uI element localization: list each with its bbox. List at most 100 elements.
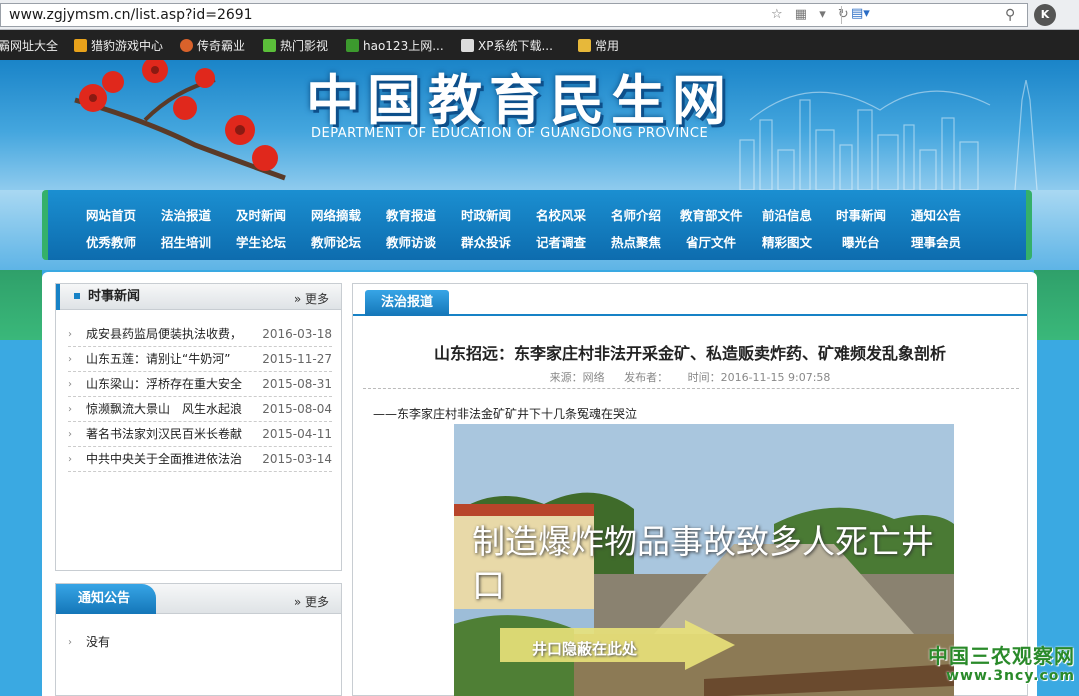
watermark-name: 中国三农观察网 xyxy=(928,644,1075,668)
arrow-icon: › xyxy=(68,329,72,340)
nav-item[interactable]: 名校风采 xyxy=(536,205,586,224)
article-time: 时间：2016-11-15 9:07:58 xyxy=(687,371,831,384)
nav-item[interactable]: 招生培训 xyxy=(161,232,211,251)
photo-caption: 制造爆炸物品事故致多人死亡井口 xyxy=(472,522,934,605)
nav-item[interactable]: 精彩图文 xyxy=(762,232,812,251)
notice-title: 没有 xyxy=(86,635,111,649)
news-list: › 成安县药监局便装执法收费， 2016-03-18 › 山东五莲：请别让“牛奶河” 2… xyxy=(68,322,332,472)
page-icon xyxy=(461,39,474,52)
list-item[interactable]: › 中共中央关于全面推进依法治 2015-03-14 xyxy=(68,447,332,472)
arrow-icon: › xyxy=(68,379,72,390)
game-icon xyxy=(74,39,87,52)
watermark: 中国三农观察网 www.3ncy.com xyxy=(903,640,1075,684)
article-container: 法治报道 山东招远：东李家庄村非法开采金矿、私造贩卖炸药、矿难频发乱象剖析 来源… xyxy=(352,283,1028,696)
url-field[interactable]: www.zgjymsm.cn/list.asp?id=2691 ☆ ▦ ▾ ↻ … xyxy=(0,3,1028,27)
news-title[interactable]: 成安县药监局便装执法收费， xyxy=(86,322,258,347)
nav-item[interactable]: 法治报道 xyxy=(161,205,211,224)
watermark-url: www.3ncy.com xyxy=(946,668,1075,684)
bookmark-item[interactable]: 热门影视 xyxy=(263,37,328,54)
arrow-icon: › xyxy=(68,354,72,365)
news-title[interactable]: 著名书法家刘汉民百米长卷献 xyxy=(86,422,258,447)
nav-item[interactable]: 热点聚焦 xyxy=(611,232,661,251)
tab-law-report[interactable]: 法治报道 xyxy=(365,290,450,316)
bookmark-item[interactable]: 传奇霸业 xyxy=(180,37,245,54)
news-box-title: 时事新闻 xyxy=(56,284,152,310)
notice-list: › 没有 xyxy=(68,630,332,655)
square-bullet-icon xyxy=(74,293,80,299)
nav-item[interactable]: 记者调查 xyxy=(536,232,586,251)
hao-icon xyxy=(346,39,359,52)
nav-item[interactable]: 省厅文件 xyxy=(686,232,736,251)
nav-home[interactable]: 网站首页 xyxy=(86,205,136,224)
arrow-icon: › xyxy=(68,454,72,465)
notice-box: 通知公告 » 更多 › 没有 xyxy=(55,583,342,696)
search-divider xyxy=(841,6,842,24)
double-chevron-icon: » xyxy=(293,292,302,306)
news-title[interactable]: 惊濒飘流大景山 风生水起浪 xyxy=(86,397,258,422)
notice-box-header: 通知公告 » 更多 xyxy=(56,584,341,614)
list-item[interactable]: › 山东五莲：请别让“牛奶河” 2015-11-27 xyxy=(68,347,332,372)
nav-item[interactable]: 名师介绍 xyxy=(611,205,661,224)
nav-item[interactable]: 通知公告 xyxy=(911,205,961,224)
search-engine-icon[interactable]: ▤▾ xyxy=(851,6,870,21)
news-date: 2015-04-11 xyxy=(262,427,332,441)
nav-item[interactable]: 教育部文件 xyxy=(680,205,743,224)
video-icon xyxy=(263,39,276,52)
bookmarks-bar: 霸网址大全 猎豹游戏中心 传奇霸业 热门影视 hao123上网... XP系统下… xyxy=(0,30,1079,60)
news-date: 2015-08-31 xyxy=(262,377,332,391)
bookmark-item[interactable]: hao123上网... xyxy=(346,37,444,54)
browser-address-bar: www.zgjymsm.cn/list.asp?id=2691 ☆ ▦ ▾ ↻ … xyxy=(0,0,1079,30)
news-title[interactable]: 山东梁山：浮桥存在重大安全 xyxy=(86,372,258,397)
news-title[interactable]: 山东五莲：请别让“牛奶河” xyxy=(86,347,258,372)
list-item[interactable]: › 山东梁山：浮桥存在重大安全 2015-08-31 xyxy=(68,372,332,397)
nav-item[interactable]: 曝光台 xyxy=(842,232,880,251)
right-green-band xyxy=(1034,270,1079,340)
bookmark-item[interactable]: XP系统下载... xyxy=(461,37,553,54)
news-title[interactable]: 中共中央关于全面推进依法治 xyxy=(86,447,258,472)
url-text[interactable]: www.zgjymsm.cn/list.asp?id=2691 xyxy=(9,7,253,23)
article-source: 来源：网络 xyxy=(549,371,605,384)
article-title: 山东招远：东李家庄村非法开采金矿、私造贩卖炸药、矿难频发乱象剖析 xyxy=(433,344,946,363)
nav-item[interactable]: 网络摘载 xyxy=(311,205,361,224)
nav-item[interactable]: 优秀教师 xyxy=(86,232,136,251)
bookmark-folder[interactable]: 常用 xyxy=(578,37,619,54)
divider xyxy=(363,388,1019,389)
game-icon xyxy=(180,39,193,52)
nav-item[interactable]: 教育报道 xyxy=(386,205,436,224)
list-item[interactable]: › 没有 xyxy=(68,630,332,655)
site-banner: 中国教育民生网 DEPARTMENT OF EDUCATION OF GUANG… xyxy=(0,60,1079,190)
photo-arrow-label: 井口隐蔽在此处 xyxy=(532,640,638,658)
news-box-header: 时事新闻 » 更多 xyxy=(56,284,341,310)
nav-item[interactable]: 时政新闻 xyxy=(461,205,511,224)
nav-item[interactable]: 群众投诉 xyxy=(461,232,511,251)
notice-box-title: 通知公告 xyxy=(56,584,157,614)
notice-more-link[interactable]: » 更多 xyxy=(294,593,329,610)
bookmark-item[interactable]: 猎豹游戏中心 xyxy=(74,37,163,54)
arrow-icon: › xyxy=(68,429,72,440)
news-date: 2015-03-14 xyxy=(262,452,332,466)
nav-item[interactable]: 时事新闻 xyxy=(836,205,886,224)
extension-button[interactable]: K xyxy=(1034,4,1056,26)
list-item[interactable]: › 惊濒飘流大景山 风生水起浪 2015-08-04 xyxy=(68,397,332,422)
news-date: 2015-08-04 xyxy=(262,402,332,416)
arrow-icon: › xyxy=(68,404,72,415)
news-more-link[interactable]: » 更多 xyxy=(294,290,329,307)
double-chevron-icon: » xyxy=(293,595,302,609)
site-title: 中国教育民生网 xyxy=(306,68,733,132)
site-subtitle: DEPARTMENT OF EDUCATION OF GUANGDONG PRO… xyxy=(311,126,709,141)
nav-item[interactable]: 教师访谈 xyxy=(386,232,436,251)
list-item[interactable]: › 成安县药监局便装执法收费， 2016-03-18 xyxy=(68,322,332,347)
news-date: 2016-03-18 xyxy=(262,327,332,341)
nav-item[interactable]: 教师论坛 xyxy=(311,232,361,251)
left-green-band xyxy=(0,270,42,340)
bookmark-item[interactable]: 霸网址大全 xyxy=(0,37,58,54)
news-box: 时事新闻 » 更多 › 成安县药监局便装执法收费， 2016-03-18 › 山东五莲… xyxy=(55,283,342,571)
nav-item[interactable]: 及时新闻 xyxy=(236,205,286,224)
tab-bar: 法治报道 xyxy=(353,284,1027,316)
nav-item[interactable]: 理事会员 xyxy=(911,232,961,251)
list-item[interactable]: › 著名书法家刘汉民百米长卷献 2015-04-11 xyxy=(68,422,332,447)
search-icon[interactable]: ⚲ xyxy=(1005,7,1015,23)
news-date: 2015-11-27 xyxy=(262,352,332,366)
nav-item[interactable]: 学生论坛 xyxy=(236,232,286,251)
nav-item[interactable]: 前沿信息 xyxy=(762,205,812,224)
